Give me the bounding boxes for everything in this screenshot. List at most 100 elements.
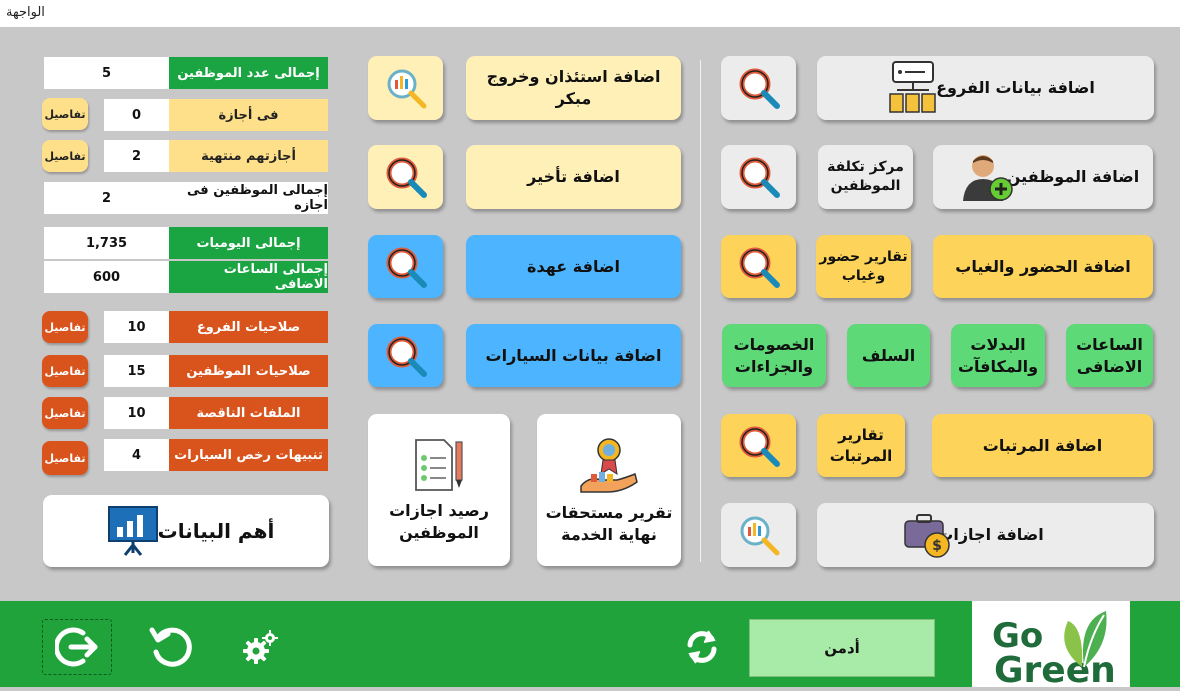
magnifier-icon: [739, 247, 780, 288]
overtime-label: الساعات الاضافى: [1076, 334, 1143, 376]
sync-button[interactable]: [680, 624, 724, 670]
loans-label: السلف: [861, 345, 916, 365]
brand-logo: Go Green: [972, 601, 1130, 689]
search-branches-button[interactable]: [721, 56, 796, 120]
cost-center-label: مركز تكلفة الموظفين: [827, 159, 904, 194]
magnifier-icon: [386, 157, 427, 198]
svg-text:$: $: [932, 538, 942, 554]
on-leave-label: فى أجازة: [169, 99, 328, 131]
total-daily-value: 1,735: [44, 227, 169, 259]
total-overtime-value: 600: [44, 261, 169, 293]
add-custody-label: اضافة عهدة: [527, 256, 620, 276]
total-on-leave-value: 2: [44, 182, 169, 214]
leave-ended-value: 2: [104, 140, 169, 172]
logo-text-line1: Go: [992, 616, 1044, 656]
leaf-icon: [1064, 611, 1107, 668]
chart-magnifier-icon: [740, 516, 779, 556]
search-salaries-button[interactable]: [721, 414, 796, 477]
vacation-balance-label: رصيد اجازات الموظفين: [389, 501, 489, 542]
settings-button[interactable]: [238, 625, 282, 669]
add-employees-label: اضافة الموظفين: [1006, 167, 1140, 187]
magnifier-icon: [739, 157, 780, 198]
award-hand-icon: [580, 438, 638, 494]
chart-magnifier-icon: [387, 69, 426, 109]
cost-center-button[interactable]: مركز تكلفة الموظفين: [818, 145, 913, 209]
salary-reports-button[interactable]: تقارير المرتبات: [817, 414, 905, 477]
leave-ended-details-button[interactable]: تفاصيل: [42, 140, 88, 172]
add-salaries-label: اضافة المرتبات: [982, 435, 1103, 455]
branch-permissions-details-button[interactable]: تفاصيل: [42, 311, 88, 343]
search-permission-button[interactable]: [368, 56, 443, 120]
end-of-service-button[interactable]: تقرير مستحقات نهاية الخدمة: [537, 414, 681, 566]
missing-files-value: 10: [104, 397, 169, 429]
missing-files-label: الملفات الناقصة: [169, 397, 328, 429]
total-daily-label: إجمالى اليوميات: [169, 227, 328, 259]
overtime-button[interactable]: الساعات الاضافى: [1066, 324, 1153, 387]
sync-icon: [687, 630, 717, 664]
magnifier-icon: [386, 247, 427, 288]
add-vacations-label: اضافة اجازات: [937, 525, 1044, 545]
key-data-label: أهم البيانات: [157, 518, 275, 543]
vacation-balance-button[interactable]: رصيد اجازات الموظفين: [368, 414, 510, 566]
reload-button[interactable]: [145, 620, 197, 674]
attendance-reports-button[interactable]: تقارير حضور وغياب: [816, 235, 911, 298]
add-attendance-button[interactable]: اضافة الحضور والغياب: [933, 235, 1153, 298]
add-delay-label: اضافة تأخير: [527, 167, 620, 187]
car-license-label: تنبيهات رخص السيارات: [169, 439, 328, 471]
branch-permissions-value: 10: [104, 311, 169, 343]
search-custody-button[interactable]: [368, 235, 443, 298]
window-title: الواجهة: [6, 5, 45, 20]
total-on-leave-label: إجمالى الموظفين فى اجازه: [169, 182, 328, 214]
key-data-button[interactable]: أهم البيانات: [43, 495, 329, 567]
branches-icon: [889, 61, 936, 113]
magnifier-icon: [386, 336, 427, 377]
presentation-icon: [108, 506, 158, 556]
allowances-label: البدلات والمكافآت: [957, 334, 1039, 376]
car-license-details-button[interactable]: تفاصيل: [42, 441, 88, 475]
add-permission-button[interactable]: اضافة استئذان وخروج مبكر: [466, 56, 681, 120]
briefcase-money-icon: $: [904, 514, 950, 558]
search-vacations-button[interactable]: [721, 503, 796, 567]
allowances-button[interactable]: البدلات والمكافآت: [951, 324, 1045, 387]
search-employees-button[interactable]: [721, 145, 796, 209]
add-salaries-button[interactable]: اضافة المرتبات: [932, 414, 1153, 477]
deductions-label: الخصومات والجزاءات: [733, 334, 815, 376]
missing-files-details-button[interactable]: تفاصيل: [42, 397, 88, 429]
current-user-name: أدمن: [824, 639, 860, 657]
checklist-icon: [415, 439, 463, 492]
add-cars-button[interactable]: اضافة بيانات السيارات: [466, 324, 681, 387]
total-employees-label: إجمالى عدد الموظفين: [169, 57, 328, 89]
add-delay-button[interactable]: اضافة تأخير: [466, 145, 681, 209]
car-license-value: 4: [104, 439, 169, 471]
magnifier-icon: [739, 68, 780, 109]
salary-reports-label: تقارير المرتبات: [829, 426, 893, 465]
search-delay-button[interactable]: [368, 145, 443, 209]
add-vacations-button[interactable]: $ اضافة اجازات: [817, 503, 1154, 567]
add-branches-button[interactable]: اضافة بيانات الفروع: [817, 56, 1154, 120]
add-user-icon: [963, 155, 1013, 201]
leave-ended-label: أجازتهم منتهية: [169, 140, 328, 172]
logout-button[interactable]: [42, 619, 112, 675]
employee-permissions-details-button[interactable]: تفاصيل: [42, 355, 88, 387]
employee-permissions-value: 15: [104, 355, 169, 387]
add-employees-button[interactable]: اضافة الموظفين: [933, 145, 1153, 209]
attendance-reports-label: تقارير حضور وغياب: [819, 248, 908, 284]
panel-divider: [700, 60, 701, 562]
logout-icon: [55, 627, 98, 667]
end-of-service-label: تقرير مستحقات نهاية الخدمة: [545, 503, 673, 544]
branch-permissions-label: صلاحيات الفروع: [169, 311, 328, 343]
current-user-box: أدمن: [749, 619, 935, 677]
search-attendance-button[interactable]: [721, 235, 796, 298]
on-leave-details-button[interactable]: تفاصيل: [42, 98, 88, 130]
window-titlebar: الواجهة: [0, 0, 1180, 27]
add-custody-button[interactable]: اضافة عهدة: [466, 235, 681, 298]
add-branches-label: اضافة بيانات الفروع: [936, 78, 1095, 98]
search-cars-button[interactable]: [368, 324, 443, 387]
magnifier-icon: [739, 426, 780, 467]
add-permission-label: اضافة استئذان وخروج مبكر: [486, 67, 661, 108]
deductions-button[interactable]: الخصومات والجزاءات: [722, 324, 826, 387]
on-leave-value: 0: [104, 99, 169, 131]
settings-icon: [243, 630, 278, 664]
refresh-icon: [149, 627, 192, 667]
loans-button[interactable]: السلف: [847, 324, 930, 387]
